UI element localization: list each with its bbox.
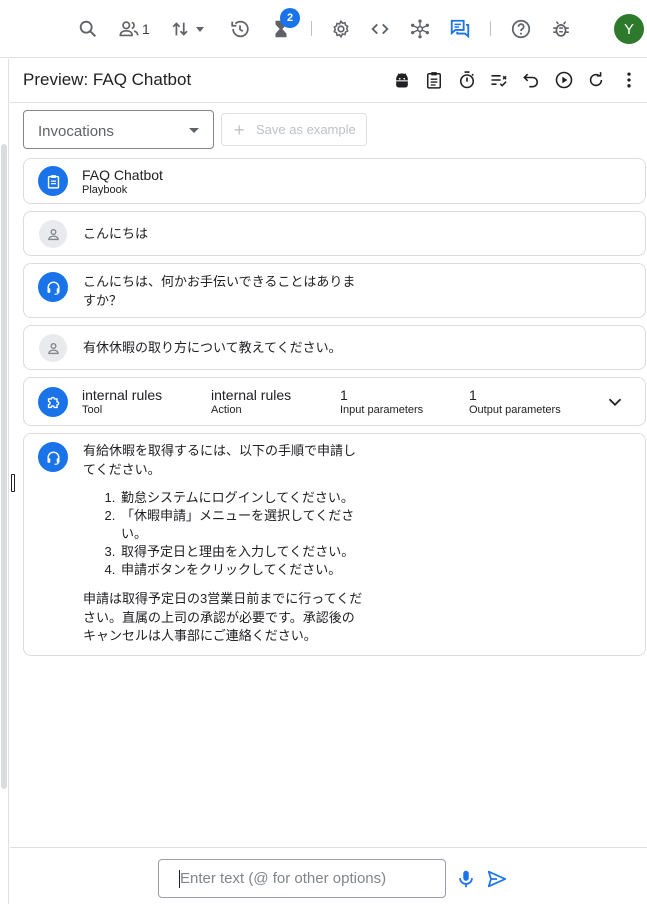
sort-icon — [170, 18, 192, 40]
playbook-title: FAQ Chatbot — [82, 167, 163, 183]
list-item-text: 「休暇申請」メニューを選択してくださ — [121, 508, 355, 523]
agents-button[interactable]: 1 — [118, 14, 150, 44]
message-input[interactable] — [158, 859, 446, 898]
headset-icon — [38, 442, 68, 472]
tool-name-label: Tool — [82, 404, 103, 416]
chevron-down-icon[interactable] — [604, 391, 626, 413]
user-message-text: 有休休暇の取り方について教えてください。 — [83, 340, 342, 355]
page-title: Preview: FAQ Chatbot — [23, 70, 192, 89]
headset-icon — [38, 272, 68, 302]
agent-message-line: すか？ — [83, 292, 123, 308]
select-value: Invocations — [38, 123, 114, 140]
agent-message-line: 有給休暇を取得するには、以下の手順で申請し — [83, 443, 357, 458]
agent-message-line: 申請は取得予定日の3営業日前までに行ってくだ — [83, 591, 363, 606]
search-icon[interactable] — [77, 14, 99, 44]
clipboard-icon — [38, 166, 68, 196]
people-icon — [118, 18, 140, 40]
dropdown-arrow-icon — [189, 128, 199, 133]
history-icon[interactable] — [229, 14, 251, 44]
agent-intro-text: 有給休暇を取得するには、以下の手順で申請し てください。 — [83, 442, 356, 479]
agent-message-line: キャンセルは人事部にご連絡ください。 — [83, 628, 317, 643]
agent-message-line: てください。 — [83, 461, 161, 477]
agents-count: 1 — [142, 21, 150, 37]
code-icon[interactable] — [369, 14, 391, 44]
avatar[interactable]: Y — [614, 14, 644, 44]
tool-action-label: Action — [211, 404, 242, 416]
agent-message-text: こんにちは、何かお手伝いできることはありま すか？ — [83, 273, 355, 310]
divider — [311, 21, 312, 36]
send-icon[interactable] — [486, 868, 508, 890]
save-label: Save as example — [256, 122, 356, 137]
list-item-text: い。 — [121, 526, 148, 541]
list-item: 取得予定日と理由を入力してください。 — [119, 543, 354, 561]
timer-icon[interactable] — [455, 68, 479, 92]
playlist-check-icon[interactable] — [487, 68, 511, 92]
person-icon — [39, 334, 67, 362]
input-param-label: Input parameters — [340, 404, 424, 416]
agent-message-line: こんにちは、何かお手伝いできることはありま — [83, 274, 356, 289]
settings-icon[interactable] — [330, 14, 352, 44]
notification-badge: 2 — [280, 8, 300, 28]
extension-icon — [38, 387, 68, 417]
user-message-card: 有休休暇の取り方について教えてください。 — [23, 325, 646, 370]
bug-icon[interactable] — [550, 14, 572, 44]
plus-icon: + — [234, 119, 245, 140]
list-item: 申請ボタンをクリックしてください。 — [119, 561, 354, 579]
clipboard-icon[interactable] — [422, 68, 446, 92]
preview-header: Preview: FAQ Chatbot — [10, 59, 647, 103]
hub-icon[interactable] — [409, 14, 431, 44]
chat-icon[interactable] — [449, 14, 471, 44]
playbook-card[interactable]: FAQ Chatbot Playbook — [23, 158, 646, 204]
agent-outro-text: 申請は取得予定日の3営業日前までに行ってくだ さい。直属の上司の承認が必要です。… — [83, 590, 362, 646]
microphone-icon[interactable] — [455, 868, 477, 890]
refresh-icon[interactable] — [584, 68, 608, 92]
agent-message-card: こんにちは、何かお手伝いできることはありま すか？ — [23, 263, 646, 318]
save-as-example-button[interactable]: + Save as example — [221, 113, 367, 146]
tool-name: internal rules — [82, 387, 163, 403]
input-param-count: 1 — [340, 387, 348, 403]
list-item: 「休暇申請」メニューを選択してください。 — [119, 507, 354, 543]
user-message-text: こんにちは — [83, 226, 149, 241]
android-icon[interactable] — [390, 68, 414, 92]
left-scrollbar[interactable] — [0, 59, 9, 904]
tool-call-card[interactable]: internal rules Tool internal rules Actio… — [23, 377, 646, 426]
help-icon[interactable] — [510, 14, 532, 44]
steps-list: 勤怠システムにログインしてください。 「休暇申請」メニューを選択してください。 … — [119, 489, 354, 579]
agent-message-line: さい。直属の上司の承認が必要です。承認後の — [83, 609, 355, 625]
playbook-subtitle: Playbook — [82, 184, 128, 196]
list-item: 勤怠システムにログインしてください。 — [119, 489, 354, 507]
output-param-label: Output parameters — [469, 404, 561, 416]
more-vert-icon[interactable] — [617, 68, 641, 92]
scrollbar-thumb[interactable] — [1, 144, 7, 789]
undo-icon[interactable] — [519, 68, 543, 92]
top-toolbar: 1 2 Y — [0, 0, 647, 58]
sort-button[interactable] — [170, 14, 204, 44]
chevron-down-icon — [196, 26, 204, 32]
output-param-count: 1 — [469, 387, 477, 403]
invocations-select[interactable]: Invocations — [23, 110, 214, 149]
tool-action: internal rules — [211, 387, 292, 403]
user-message-card: こんにちは — [23, 211, 646, 256]
text-caret — [179, 870, 180, 888]
play-icon[interactable] — [552, 68, 576, 92]
resize-handle[interactable] — [11, 474, 15, 492]
person-icon — [39, 220, 67, 248]
divider — [490, 21, 491, 36]
